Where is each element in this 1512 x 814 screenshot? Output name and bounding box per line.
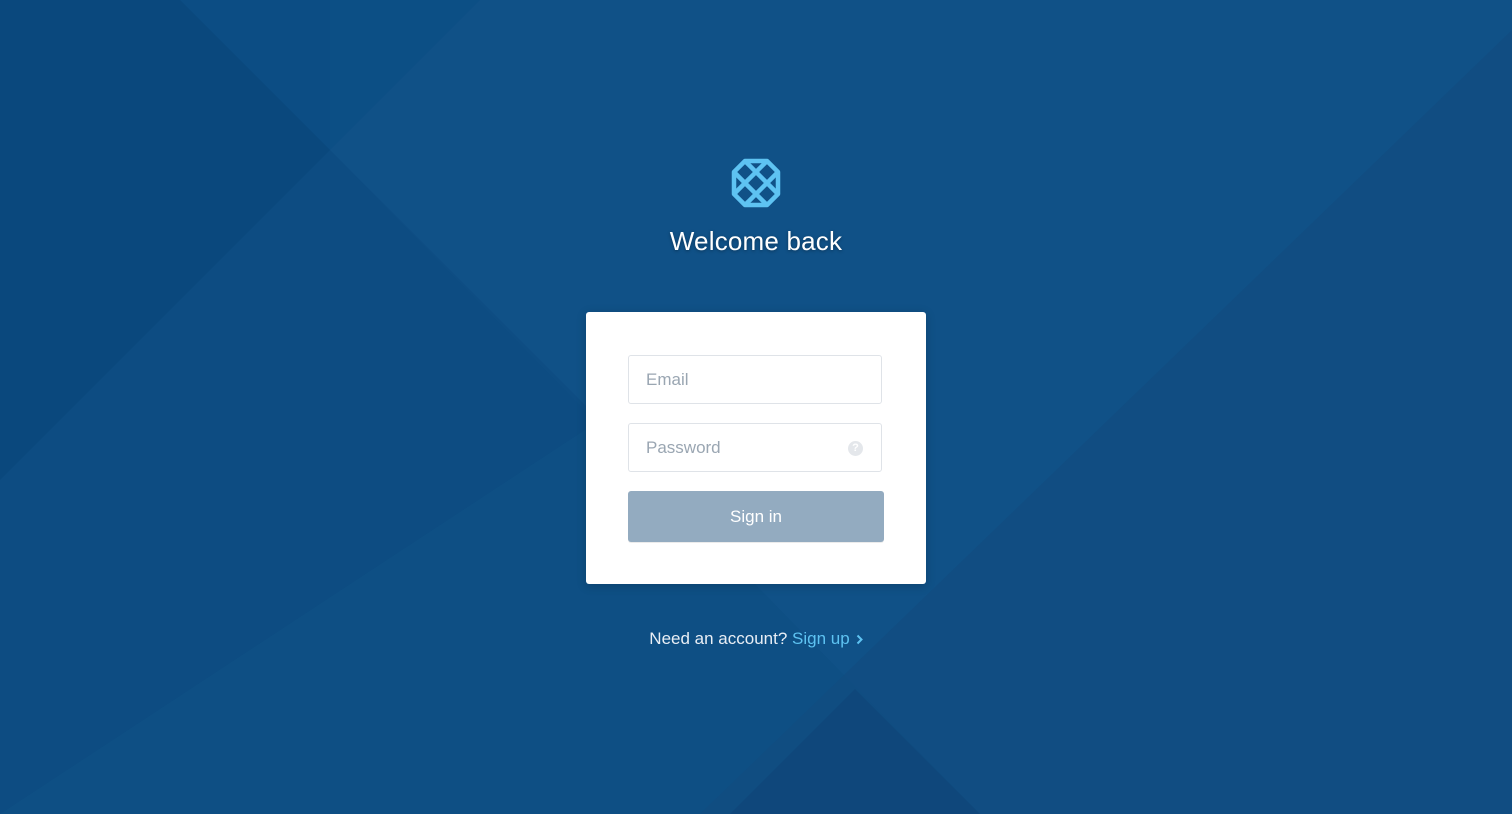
question-circle-icon[interactable]: ? (848, 441, 863, 456)
email-field-container (628, 355, 882, 404)
page-title: Welcome back (669, 226, 843, 256)
signup-prompt-text: Need an account? (649, 629, 788, 648)
email-input[interactable] (629, 356, 881, 403)
chevron-right-icon (856, 634, 863, 645)
sign-up-link[interactable]: Sign up (792, 629, 863, 648)
password-input[interactable] (629, 424, 881, 471)
password-field-container: ? (628, 423, 882, 472)
lattice-logo-icon (731, 158, 781, 208)
sign-in-button[interactable]: Sign in (628, 491, 884, 542)
login-screen: Welcome back ? Sign in Need an account? … (0, 0, 1512, 814)
signup-prompt: Need an account? Sign up (0, 629, 1512, 649)
sign-up-link-label: Sign up (792, 629, 850, 648)
login-card: ? Sign in (586, 312, 926, 584)
